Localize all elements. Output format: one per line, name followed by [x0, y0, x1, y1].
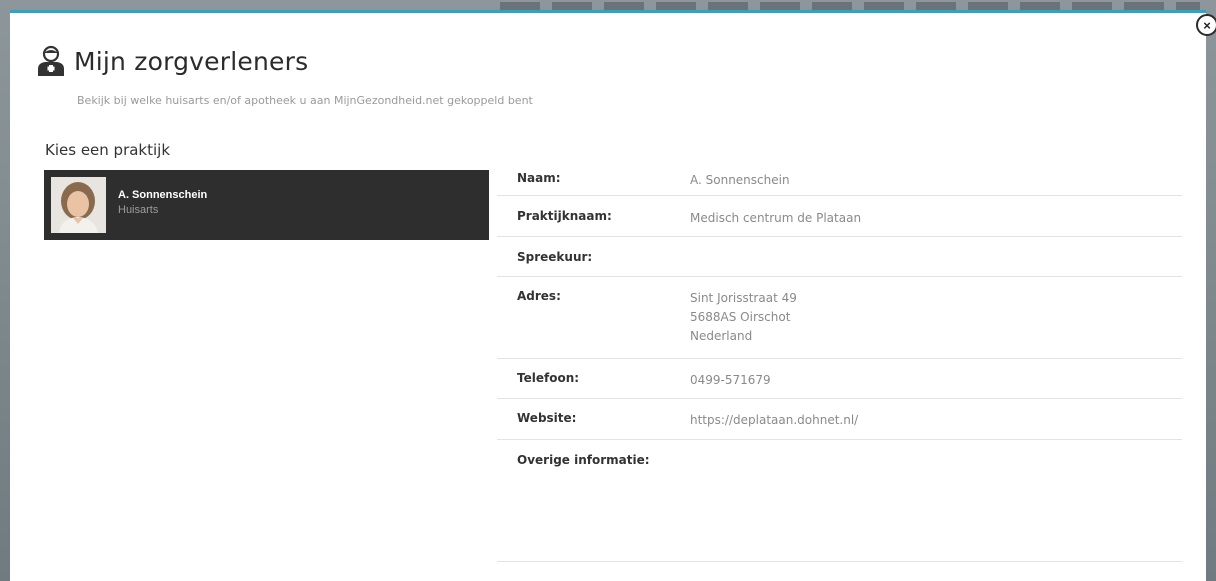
detail-row-spreekuur: Spreekuur:	[497, 237, 1182, 277]
practice-list-item[interactable]: A. Sonnenschein Huisarts	[44, 170, 489, 240]
detail-row-overige-informatie: Overige informatie:	[497, 440, 1182, 562]
practitioner-details: Naam: A. Sonnenschein Praktijknaam: Medi…	[497, 162, 1182, 562]
detail-row-adres: Adres: Sint Jorisstraat 49 5688AS Oirsch…	[497, 277, 1182, 359]
website-link[interactable]: https://deplataan.dohnet.nl/	[690, 411, 1182, 439]
practice-list-heading: Kies een praktijk	[45, 141, 171, 159]
page-subtitle: Bekijk bij welke huisarts en/of apotheek…	[77, 94, 533, 107]
close-button[interactable]: ×	[1196, 14, 1216, 36]
detail-row-website: Website: https://deplataan.dohnet.nl/	[497, 399, 1182, 440]
practitioner-role: Huisarts	[118, 204, 159, 216]
detail-label: Telefoon:	[517, 371, 580, 385]
detail-row-naam: Naam: A. Sonnenschein	[497, 162, 1182, 196]
page-title: Mijn zorgverleners	[74, 46, 309, 76]
address-block: Sint Jorisstraat 49 5688AS Oirschot Nede…	[690, 289, 1182, 358]
detail-label: Website:	[517, 411, 577, 425]
phone-value: 0499-571679	[690, 373, 771, 387]
doctor-icon	[38, 45, 64, 76]
providers-modal: Mijn zorgverleners Bekijk bij welke huis…	[10, 10, 1206, 581]
detail-row-telefoon: Telefoon: 0499-571679	[497, 359, 1182, 399]
modal-header: Mijn zorgverleners	[36, 45, 308, 77]
detail-label: Adres:	[517, 289, 561, 303]
address-country: Nederland	[690, 329, 753, 343]
detail-label: Spreekuur:	[517, 250, 593, 264]
practitioner-name: A. Sonnenschein	[118, 189, 208, 201]
detail-label: Overige informatie:	[517, 453, 650, 467]
address-street: Sint Jorisstraat 49	[690, 291, 797, 305]
detail-value: A. Sonnenschein	[690, 173, 790, 187]
detail-label: Praktijknaam:	[517, 209, 612, 223]
detail-value	[690, 250, 1182, 276]
address-postcode-city: 5688AS Oirschot	[690, 310, 791, 324]
avatar	[51, 177, 106, 233]
detail-label: Naam:	[517, 171, 561, 185]
detail-row-praktijknaam: Praktijknaam: Medisch centrum de Plataan	[497, 196, 1182, 237]
close-icon: ×	[1203, 17, 1211, 33]
detail-value	[690, 453, 1182, 561]
detail-value: Medisch centrum de Plataan	[690, 211, 862, 225]
